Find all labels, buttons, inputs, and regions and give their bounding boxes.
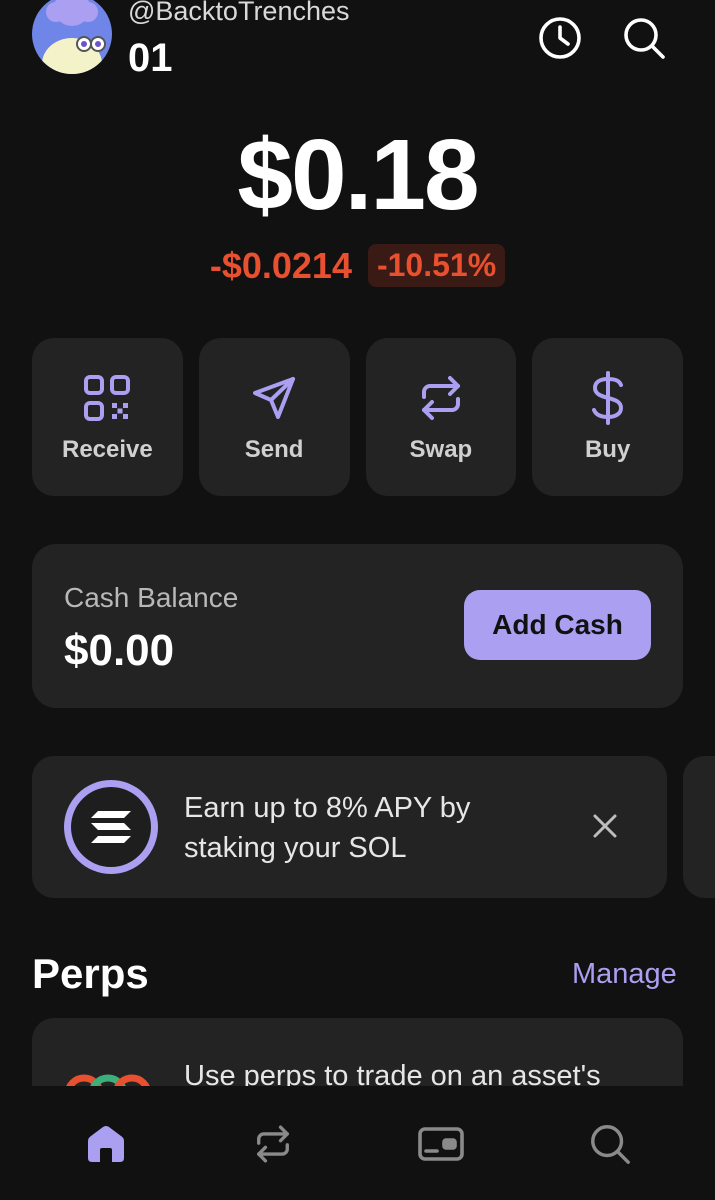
balance-change: -$0.0214 -10.51%: [0, 244, 715, 287]
staking-banner-text: Earn up to 8% APY by staking your SOL: [184, 792, 471, 864]
swap-label: Swap: [409, 436, 473, 463]
change-percent-badge: -10.51%: [367, 244, 506, 287]
total-balance: $0.18: [237, 119, 479, 231]
perps-section-title: Perps: [32, 950, 149, 997]
swap-button[interactable]: Swap: [365, 338, 517, 496]
bottom-nav: [0, 1086, 715, 1200]
change-amount: -$0.0214: [209, 244, 352, 286]
buy-label: Buy: [584, 436, 631, 463]
nav-search-icon[interactable]: [586, 1120, 634, 1168]
cash-balance-card[interactable]: Cash Balance $0.00 Add Cash: [32, 544, 683, 708]
action-buttons: Receive Send Swap Buy: [32, 338, 683, 496]
buy-button[interactable]: Buy: [532, 338, 683, 496]
add-cash-button[interactable]: Add Cash: [464, 590, 651, 660]
send-icon: [248, 372, 300, 424]
nav-home-icon[interactable]: [82, 1120, 130, 1168]
send-button[interactable]: Send: [198, 338, 350, 496]
staking-banner[interactable]: Earn up to 8% APY by staking your SOL: [32, 756, 667, 898]
nav-swap-icon[interactable]: [249, 1120, 297, 1168]
search-icon[interactable]: [620, 14, 668, 62]
qr-code-icon: [81, 372, 133, 424]
swap-icon: [415, 372, 467, 424]
username-handle[interactable]: @BacktoTrenches: [128, 0, 350, 27]
dollar-icon: [582, 371, 634, 425]
account-name[interactable]: 01: [128, 36, 173, 81]
close-icon[interactable]: [585, 806, 625, 846]
receive-label: Receive: [62, 436, 153, 463]
wallet-home-screen: @BacktoTrenches 01 $0.18 -$0.0214 -10.51…: [0, 0, 715, 1200]
cash-balance-value: $0.00: [64, 626, 175, 675]
header: @BacktoTrenches 01: [0, 0, 715, 90]
receive-button[interactable]: Receive: [32, 338, 183, 496]
avatar[interactable]: [32, 0, 112, 74]
perps-manage-link[interactable]: Manage: [572, 958, 677, 991]
nav-wallet-icon[interactable]: [417, 1120, 465, 1168]
send-label: Send: [244, 436, 304, 463]
history-icon[interactable]: [536, 14, 584, 62]
solana-icon: [64, 780, 158, 874]
next-banner-card[interactable]: [683, 756, 715, 898]
cash-balance-label: Cash Balance: [64, 582, 239, 613]
